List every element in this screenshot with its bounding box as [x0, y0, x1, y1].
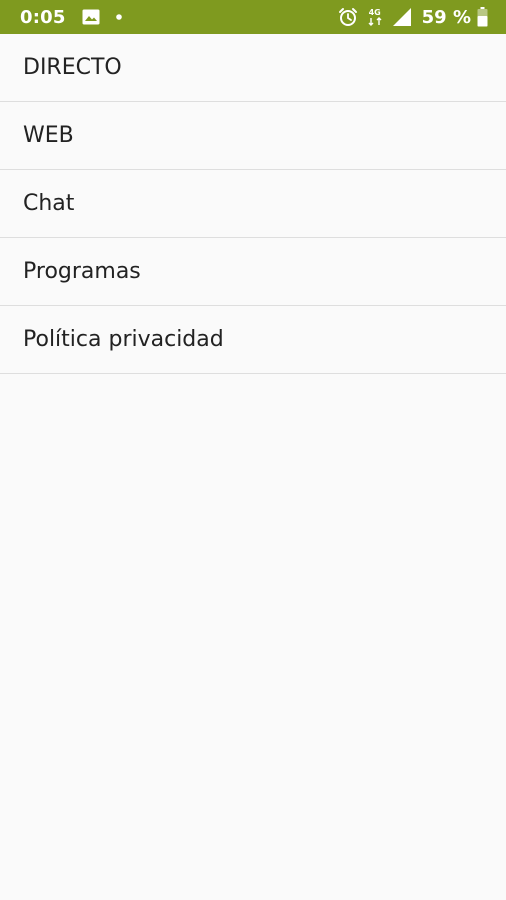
menu-item-label: WEB [23, 123, 74, 148]
alarm-icon [338, 7, 358, 27]
menu-item-directo[interactable]: DIRECTO [0, 34, 506, 102]
menu-item-politica-privacidad[interactable]: Política privacidad [0, 306, 506, 374]
menu-item-label: DIRECTO [23, 55, 122, 80]
status-bar: 0:05 4G 59 % [0, 0, 506, 34]
notification-dot-icon [115, 14, 122, 20]
battery-percent: 59 % [421, 6, 471, 28]
menu-item-programas[interactable]: Programas [0, 238, 506, 306]
menu-list: DIRECTO WEB Chat Programas Política priv… [0, 34, 506, 374]
menu-item-label: Política privacidad [23, 327, 224, 352]
signal-icon [392, 7, 412, 27]
battery-icon [477, 7, 488, 27]
menu-item-label: Programas [23, 259, 141, 284]
menu-item-chat[interactable]: Chat [0, 170, 506, 238]
network-type-label: 4G [368, 7, 381, 17]
network-4g-icon: 4G [368, 7, 382, 26]
menu-item-label: Chat [23, 191, 75, 216]
menu-item-web[interactable]: WEB [0, 102, 506, 170]
image-icon [82, 9, 100, 25]
status-time: 0:05 [20, 6, 66, 28]
